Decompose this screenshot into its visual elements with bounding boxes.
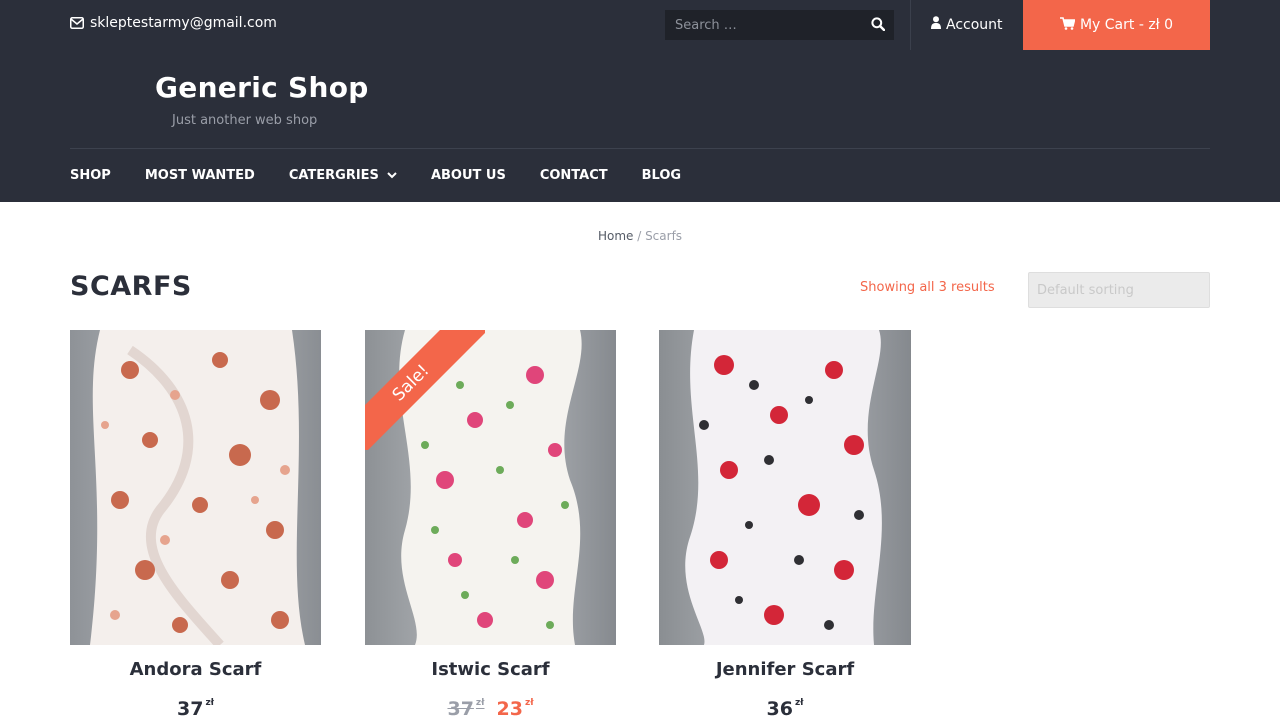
search-icon: [871, 16, 886, 35]
topbar-divider: [910, 0, 911, 50]
nav-item-label: ABOUT US: [430, 168, 506, 183]
product-card[interactable]: Sale! Istwic Scarf 37 zł 23 zł: [365, 330, 616, 720]
nav-item-categories[interactable]: CATERGRIES: [289, 168, 397, 183]
nav-item-shop[interactable]: SHOP: [70, 168, 111, 183]
account-link[interactable]: Account: [931, 16, 1003, 33]
product-price: 36 zł: [659, 698, 911, 720]
product-name[interactable]: Istwic Scarf: [365, 659, 616, 680]
cart-label: My Cart - zł 0: [1079, 17, 1174, 33]
breadcrumb-home[interactable]: Home: [598, 229, 633, 243]
nav-item-label: CONTACT: [539, 168, 608, 183]
cart-icon: [1059, 16, 1076, 34]
contact-email-text: skleptestarmy@gmail.com: [90, 15, 277, 31]
sorting-select[interactable]: Default sorting: [1028, 272, 1210, 308]
sale-price: 23 zł: [497, 698, 534, 720]
breadcrumb: Home / Scarfs: [0, 229, 1280, 243]
product-image[interactable]: [659, 330, 911, 645]
product-name[interactable]: Andora Scarf: [70, 659, 321, 680]
result-count: Showing all 3 results: [860, 280, 995, 295]
product-name[interactable]: Jennifer Scarf: [659, 659, 911, 680]
chevron-down-icon: [387, 168, 397, 183]
search-button[interactable]: [862, 10, 894, 40]
nav-item-blog[interactable]: BLOG: [642, 168, 681, 183]
nav-item-about-us[interactable]: ABOUT US: [431, 168, 506, 183]
site-tagline: Just another web shop: [172, 113, 318, 128]
product-price: 37 zł: [70, 698, 321, 720]
sale-price-value: 23: [496, 698, 523, 720]
product-card[interactable]: Jennifer Scarf 36 zł: [659, 330, 911, 720]
user-icon: [931, 16, 941, 33]
header-divider: [70, 148, 1210, 149]
nav-item-label: CATERGRIES: [288, 168, 379, 183]
site-title[interactable]: Generic Shop: [155, 71, 369, 104]
product-price: 37 zł 23 zł: [365, 698, 616, 720]
product-image[interactable]: Sale!: [365, 330, 616, 645]
scarf-photo: [659, 330, 911, 645]
site-header: Generic Shop Just another web shop SHOP …: [0, 50, 1280, 202]
search-form: [665, 10, 894, 40]
product-image[interactable]: [70, 330, 321, 645]
page-title: SCARFS: [70, 271, 192, 302]
price-value: 36: [766, 698, 793, 720]
contact-email[interactable]: skleptestarmy@gmail.com: [70, 15, 277, 31]
currency: zł: [475, 698, 485, 708]
currency: zł: [205, 698, 215, 708]
price-value: 37: [176, 698, 204, 720]
nav-item-label: MOST WANTED: [144, 168, 255, 183]
envelope-icon: [70, 17, 84, 29]
search-input[interactable]: [665, 10, 862, 40]
nav-item-contact[interactable]: CONTACT: [540, 168, 608, 183]
cart-button[interactable]: My Cart - zł 0: [1023, 0, 1210, 50]
sale-badge: Sale!: [365, 330, 485, 450]
breadcrumb-separator: /: [633, 229, 646, 243]
nav-item-label: SHOP: [70, 168, 111, 183]
product-card[interactable]: Andora Scarf 37 zł: [70, 330, 321, 720]
main-nav: SHOP MOST WANTED CATERGRIES ABOUT US CON…: [70, 168, 715, 183]
currency: zł: [524, 698, 534, 708]
top-bar: skleptestarmy@gmail.com Account My Cart …: [0, 0, 1280, 50]
account-label: Account: [946, 16, 1003, 33]
currency: zł: [794, 698, 804, 708]
nav-item-most-wanted[interactable]: MOST WANTED: [145, 168, 255, 183]
breadcrumb-current: Scarfs: [645, 229, 683, 243]
old-price-value: 37: [447, 698, 474, 720]
old-price: 37 zł: [447, 698, 484, 720]
sale-label: Sale!: [365, 330, 485, 450]
scarf-photo: [70, 330, 321, 645]
nav-item-label: BLOG: [641, 168, 682, 183]
